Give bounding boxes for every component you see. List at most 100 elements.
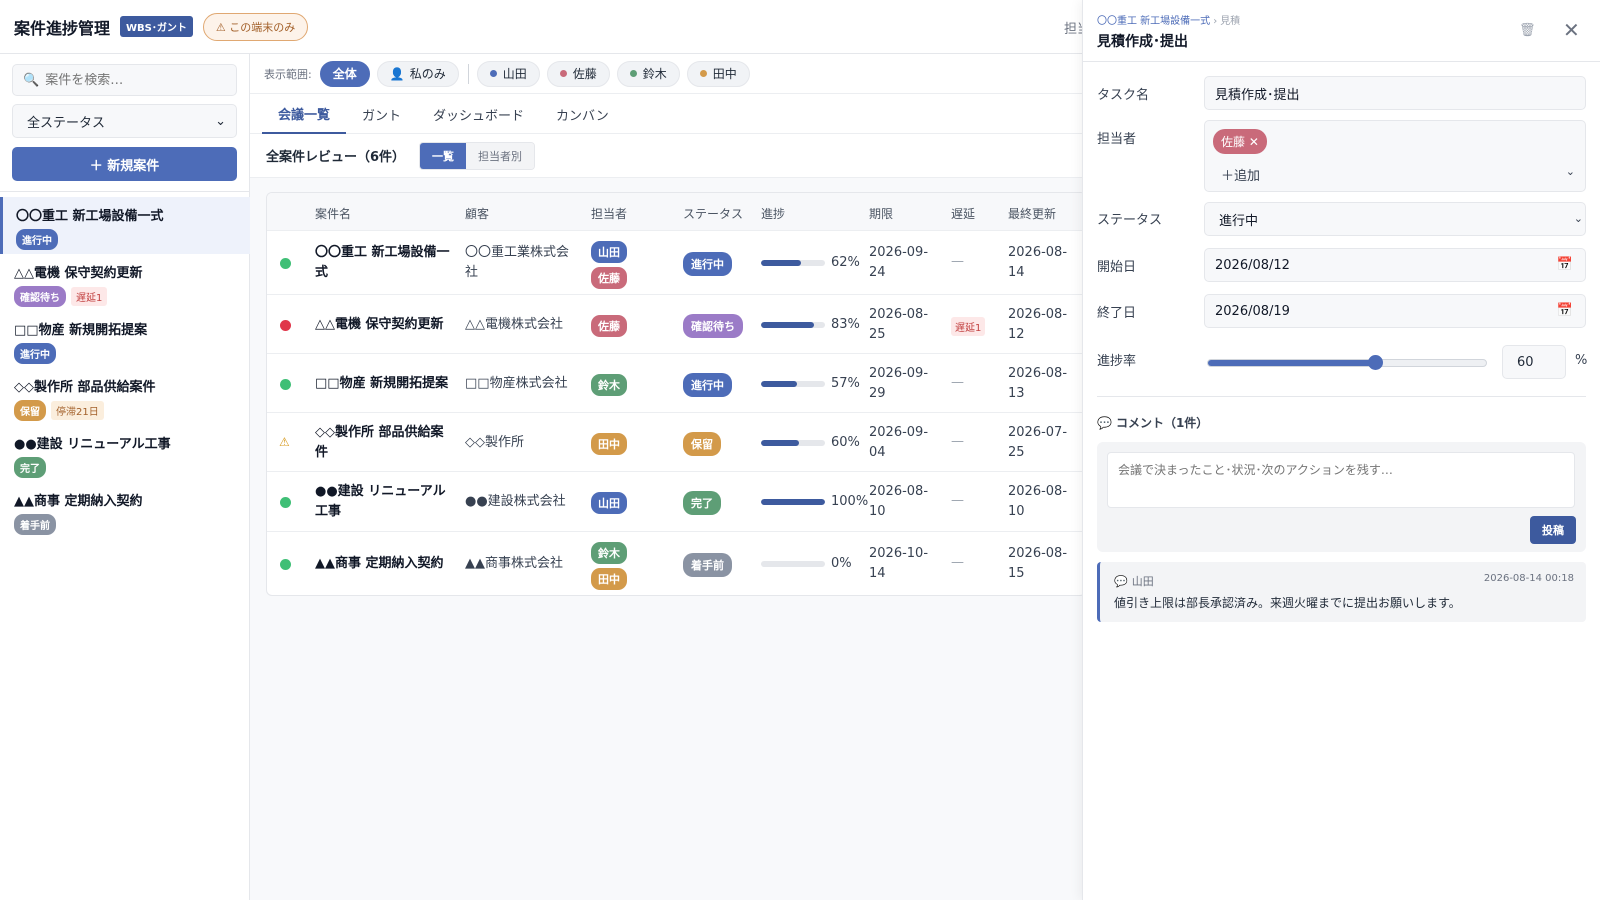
table-row[interactable]: 〇〇重工 新工場設備一式 〇〇重工業株式会社 山田 佐藤 進行中 62% 2026-09-2… xyxy=(267,231,1086,295)
end-date-label: 終了日 xyxy=(1097,306,1137,321)
status-select[interactable]: 進行中 ⌄ xyxy=(1204,202,1586,236)
chevron-down-icon: ⌄ xyxy=(1573,212,1583,225)
sidebar-project-item[interactable]: △△電機 保守契約更新 確認待ち 遅延1 xyxy=(0,254,250,311)
tab-2[interactable]: ダッシュボード xyxy=(417,94,540,134)
sidebar-project-item[interactable]: ●●建設 リニューアル工事 完了 xyxy=(0,425,250,482)
person-dot xyxy=(699,70,707,77)
start-date-label: 開始日 xyxy=(1097,260,1137,275)
due-date: 2026-09-24 xyxy=(869,245,929,280)
start-date-input[interactable]: 2026/08/12 📅 xyxy=(1204,248,1586,282)
client-name: △△電機株式会社 xyxy=(465,316,563,332)
table-row[interactable]: ▲▲商事 定期納入契約 ▲▲商事株式会社 鈴木 田中 着手前 0% 2026-10-14 — 2… xyxy=(267,532,1086,595)
scope-person-chip[interactable]: 鈴木 xyxy=(616,60,680,87)
project-name[interactable]: △△電機 保守契約更新 xyxy=(315,315,455,335)
post-comment-button[interactable]: 投稿 xyxy=(1530,516,1576,544)
project-name[interactable]: ●●建設 リニューアル工事 xyxy=(315,482,455,522)
progress-label: 進捗率 xyxy=(1097,354,1137,369)
progress-slider-thumb[interactable] xyxy=(1368,355,1383,370)
tab-3[interactable]: カンバン xyxy=(540,94,625,134)
divider xyxy=(467,63,469,84)
assignee-chip[interactable]: 佐藤 ✕ xyxy=(1213,129,1267,154)
progress-slider-track[interactable] xyxy=(1207,359,1487,367)
owner-badge: 山田 xyxy=(591,241,627,263)
end-date-input[interactable]: 2026/08/19 📅 xyxy=(1204,294,1586,328)
table-row[interactable]: □□物産 新規開拓提案 □□物産株式会社 鈴木 進行中 57% 2026-09-29 — 20… xyxy=(267,354,1086,413)
scope-all-chip[interactable]: 全体 xyxy=(319,60,370,87)
tab-0[interactable]: 会議一覧 xyxy=(262,94,347,134)
comment-item: 💬 山田 2026-08-14 00:18 値引き上限は部長承認済み。来週火曜まで… xyxy=(1097,562,1586,622)
close-icon[interactable]: ✕ xyxy=(1563,18,1580,42)
table-row[interactable]: △△電機 保守契約更新 △△電機株式会社 佐藤 確認待ち 83% 2026-08-25 遅延… xyxy=(267,295,1086,354)
comment-author-name: 山田 xyxy=(1131,575,1154,588)
seg-list[interactable]: 一覧 xyxy=(420,142,467,169)
header-owner-toggle[interactable]: 担当者 xyxy=(1064,18,1082,37)
owner-list: 鈴木 xyxy=(591,373,627,400)
person-name: 田中 xyxy=(712,67,737,81)
scope-mine-chip[interactable]: 👤 私のみ xyxy=(376,60,459,87)
project-name[interactable]: 〇〇重工 新工場設備一式 xyxy=(315,243,455,283)
comment-heading-text: コメント（1件） xyxy=(1115,416,1209,430)
crumb-current: 見積 xyxy=(1220,16,1241,27)
chevron-down-icon: ⌄ xyxy=(1565,165,1575,178)
status-label: ステータス xyxy=(1097,213,1163,228)
project-table: 案件名 顧客 担当者 ステータス 進捗 期限 遅延 最終更新 〇〇重工 新工場設備一式 〇〇重工… xyxy=(266,192,1086,596)
project-badges: 進行中 xyxy=(14,343,236,364)
project-name[interactable]: □□物産 新規開拓提案 xyxy=(315,374,455,394)
calendar-icon[interactable]: 📅 xyxy=(1557,257,1573,272)
panel-header: 〇〇重工 新工場設備一式 › 見積 見積作成･提出 🗑 ✕ xyxy=(1083,0,1600,62)
sidebar-project-item[interactable]: ▲▲商事 定期納入契約 着手前 xyxy=(0,482,250,539)
trash-icon[interactable]: 🗑 xyxy=(1519,23,1536,38)
sidebar-project-item[interactable]: 〇〇重工 新工場設備一式 進行中 xyxy=(0,197,250,254)
table-row[interactable]: ●●建設 リニューアル工事 ●●建設株式会社 山田 完了 100% 2026-08-10—… xyxy=(267,472,1086,532)
owner-badge: 山田 xyxy=(591,492,627,514)
add-assignee-option[interactable]: ＋追加 xyxy=(1221,165,1260,184)
scope-person-chip[interactable]: 佐藤 xyxy=(546,60,610,87)
scope-label: 表示範囲: xyxy=(264,67,312,81)
local-only-badge: ⚠ この端末のみ xyxy=(202,12,309,41)
scope-person-chip[interactable]: 山田 xyxy=(476,60,540,87)
owner-badge: 田中 xyxy=(591,432,627,455)
project-name[interactable]: ▲▲商事 定期納入契約 xyxy=(315,554,455,574)
progress-number-input[interactable]: 60 xyxy=(1502,345,1566,379)
progress-bar xyxy=(761,561,825,567)
new-project-button[interactable]: ＋ 新規案件 xyxy=(12,147,237,181)
search-box[interactable]: 🔍 xyxy=(12,64,237,96)
crumb-sep: › xyxy=(1213,16,1218,27)
due-date: 2026-10-14 xyxy=(869,546,929,581)
tab-1[interactable]: ガント xyxy=(346,94,417,134)
owner-list: 佐藤 xyxy=(591,314,627,341)
delay-indicator: — xyxy=(951,555,964,570)
table-row[interactable]: ⚠ ◇◇製作所 部品供給案件 ◇◇製作所 田中 保留 60% 2026-09-04 — 2026… xyxy=(267,413,1086,472)
seg-by-owner[interactable]: 担当者別 xyxy=(466,142,535,169)
status-filter-select[interactable]: 全ステータス ⌄ xyxy=(12,104,237,138)
project-name[interactable]: ◇◇製作所 部品供給案件 xyxy=(315,423,455,463)
delay-badge: 遅延1 xyxy=(71,287,108,306)
comment-input[interactable] xyxy=(1107,452,1575,508)
owner-badge: 佐藤 xyxy=(591,267,627,289)
task-name-input[interactable]: 見積作成･提出 xyxy=(1204,76,1586,110)
progress-bar xyxy=(761,499,825,505)
assignee-field[interactable]: 佐藤 ✕ ＋追加 ⌄ xyxy=(1204,120,1586,192)
status-badge: 進行中 xyxy=(683,252,732,276)
people-chips: 山田 佐藤 鈴木 田中 xyxy=(476,60,757,87)
wbs-badge: WBS･ガント xyxy=(120,16,193,37)
client-name: ●●建設株式会社 xyxy=(465,494,566,509)
owner-list: 山田 佐藤 xyxy=(591,241,627,293)
status-filter-value: 全ステータス xyxy=(27,115,106,131)
last-updated: 2026-08-14 xyxy=(1008,245,1068,280)
person-dot xyxy=(559,70,567,77)
calendar-icon[interactable]: 📅 xyxy=(1557,303,1573,318)
sidebar: 🔍 全ステータス ⌄ ＋ 新規案件 〇〇重工 新工場設備一式進行中△△電機 保守… xyxy=(0,54,250,900)
project-badges: 進行中 xyxy=(16,229,236,250)
status-badge: 進行中 xyxy=(683,372,732,397)
status-badge: 保留 xyxy=(14,400,46,421)
crumb-project[interactable]: 〇〇重工 新工場設備一式 xyxy=(1097,16,1210,27)
progress-bar xyxy=(761,439,825,446)
sidebar-project-item[interactable]: □□物産 新規開拓提案 進行中 xyxy=(0,311,250,368)
column-header: 最終更新 xyxy=(1008,207,1057,221)
sidebar-project-item[interactable]: ◇◇製作所 部品供給案件 保留 停滞21日 xyxy=(0,368,250,425)
client-name: ◇◇製作所 xyxy=(465,434,524,450)
scope-person-chip[interactable]: 田中 xyxy=(686,60,750,87)
delay-indicator: — xyxy=(951,374,964,390)
search-input[interactable] xyxy=(45,72,226,88)
